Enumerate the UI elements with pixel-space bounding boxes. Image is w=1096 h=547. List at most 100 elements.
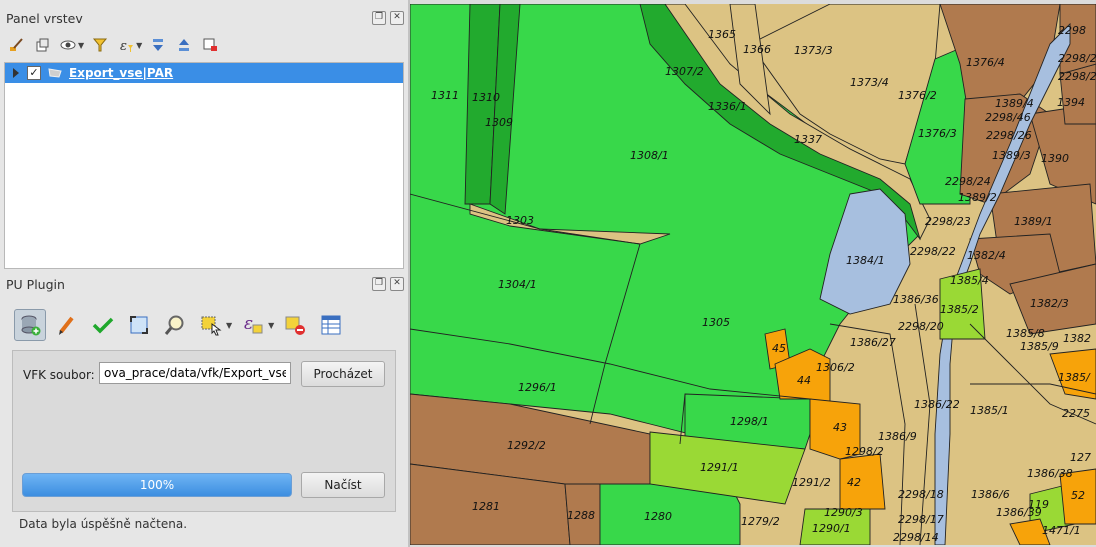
load-progress-bar: 100% <box>22 473 292 497</box>
parcel-label: 1365 <box>708 28 736 41</box>
parcel-label: 1386/9 <box>878 430 917 443</box>
parcel-label: 1298/2 <box>845 445 884 458</box>
parcel-label: 2298/46 <box>985 111 1031 124</box>
filter-icon[interactable] <box>90 35 110 55</box>
style-brush-icon[interactable] <box>6 35 26 55</box>
parcel-label: 2298/22 <box>910 245 956 258</box>
parcel-label: 1385/8 <box>1006 327 1045 340</box>
parcel-label: 1290/3 <box>824 506 863 519</box>
parcel-label: 1389/4 <box>995 97 1034 110</box>
parcel-label: 1376/4 <box>966 56 1005 69</box>
parcel-label: 1376/2 <box>898 89 937 102</box>
parcel-label: 1385/2 <box>940 303 979 316</box>
parcel-label: 2298/27 <box>1058 70 1096 83</box>
layer-row-export-vse-par[interactable]: ✓ Export_vse|PAR <box>5 63 403 83</box>
parcel-label: 42 <box>847 476 861 489</box>
parcel-label: 1291/2 <box>792 476 831 489</box>
remove-layer-icon[interactable] <box>200 35 220 55</box>
parcel-label: 1376/3 <box>918 127 957 140</box>
parcel-label: 1373/4 <box>850 76 889 89</box>
zoom-extent-icon[interactable] <box>124 310 154 340</box>
parcel-label: 1386/22 <box>914 398 960 411</box>
parcel-label: 1385/1 <box>970 404 1009 417</box>
parcel-label: 1296/1 <box>518 381 557 394</box>
parcel-label: 1385/ <box>1058 371 1091 384</box>
expression-select-icon[interactable]: ε <box>238 310 268 340</box>
parcel-label: 1385/4 <box>950 274 989 287</box>
parcel-label: 1308/1 <box>630 149 669 162</box>
parcel-label: 127 <box>1070 451 1091 464</box>
polygon-layer-icon <box>48 68 62 78</box>
zoom-magnifier-icon[interactable] <box>160 310 190 340</box>
parcel-label: 2298/18 <box>898 488 944 501</box>
parcel-label: 44 <box>797 374 811 387</box>
close-panel-icon[interactable]: ✕ <box>390 277 404 291</box>
attribute-table-icon[interactable] <box>316 310 346 340</box>
browse-button[interactable]: Procházet <box>301 361 385 387</box>
layers-panel-title: Panel vrstev <box>6 10 83 26</box>
layer-name: Export_vse|PAR <box>69 66 174 80</box>
parcel-label: 1306/2 <box>816 361 855 374</box>
expand-triangle-icon[interactable] <box>13 68 19 78</box>
expression-filter-icon[interactable]: ε <box>116 35 136 55</box>
collapse-all-icon[interactable] <box>174 35 194 55</box>
layers-toolbar: ▼ ε ▼ <box>6 32 220 58</box>
vfk-file-label: VFK soubor: <box>23 368 95 382</box>
parcel-label: 43 <box>833 421 847 434</box>
parcel-label: 1385/9 <box>1020 340 1059 353</box>
parcel-label: 1292/2 <box>507 439 546 452</box>
parcel-label: 1382/4 <box>967 249 1006 262</box>
plugin-panel-titlebar: PU Plugin ❐ ✕ <box>0 272 408 296</box>
deselect-icon[interactable] <box>280 310 310 340</box>
parcel-label: 2298/20 <box>898 320 944 333</box>
add-group-icon[interactable] <box>32 35 52 55</box>
parcel-label: 2298/28 <box>1058 52 1096 65</box>
select-area-icon[interactable] <box>196 310 226 340</box>
layers-tree[interactable]: ✓ Export_vse|PAR <box>4 62 404 269</box>
close-panel-icon[interactable]: ✕ <box>390 11 404 25</box>
parcel-label: 1303 <box>506 214 534 227</box>
vfk-file-input[interactable] <box>99 362 291 384</box>
parcel-label: 1288 <box>567 509 595 522</box>
check-icon[interactable] <box>88 310 118 340</box>
database-add-icon[interactable] <box>14 309 46 341</box>
parcel-label: 1281 <box>472 500 500 513</box>
expand-all-icon[interactable] <box>148 35 168 55</box>
layer-visibility-checkbox[interactable]: ✓ <box>27 66 41 80</box>
parcel-label: 1307/2 <box>665 65 704 78</box>
chevron-down-icon[interactable]: ▼ <box>136 41 142 50</box>
float-panel-icon[interactable]: ❐ <box>372 277 386 291</box>
chevron-down-icon[interactable]: ▼ <box>268 321 274 330</box>
parcel-label: 1291/1 <box>700 461 739 474</box>
parcel-map[interactable]: 1365 1366 1373/3 1376/4 2298/27 2298/28 2298 13… <box>410 4 1096 545</box>
chevron-down-icon[interactable]: ▼ <box>226 321 232 330</box>
parcel-label: 1309 <box>485 116 513 129</box>
parcel-label: 1337 <box>794 133 822 146</box>
parcel-label: 1386/38 <box>1027 467 1073 480</box>
parcel-label: 1310 <box>472 91 500 104</box>
parcel-label: 1305 <box>702 316 730 329</box>
parcel-label: 1382/3 <box>1030 297 1069 310</box>
plugin-panel-title: PU Plugin <box>6 276 65 292</box>
pencil-icon[interactable] <box>52 310 82 340</box>
parcel-label: 1382 <box>1063 332 1091 345</box>
parcel-label: 2298/14 <box>893 531 939 544</box>
parcel-label: 1389/2 <box>958 191 997 204</box>
parcel-label: 2298/26 <box>986 129 1032 142</box>
eye-icon[interactable] <box>58 35 78 55</box>
parcel-label: 1384/1 <box>846 254 885 267</box>
parcel-label: 1390 <box>1041 152 1069 165</box>
chevron-down-icon[interactable]: ▼ <box>78 41 84 50</box>
parcel-label: 1280 <box>644 510 672 523</box>
svg-text:ε: ε <box>244 314 253 334</box>
progress-text: 100% <box>139 478 175 492</box>
left-dock: Panel vrstev ❐ ✕ ▼ ε ▼ ✓ Export_vse|PAR … <box>0 0 408 547</box>
map-canvas[interactable]: 1365 1366 1373/3 1376/4 2298/27 2298/28 2298 13… <box>410 4 1096 545</box>
float-panel-icon[interactable]: ❐ <box>372 11 386 25</box>
status-message: Data byla úspěšně načtena. <box>19 517 188 531</box>
parcel-label: 2298/17 <box>898 513 944 526</box>
parcel-label: 45 <box>772 342 786 355</box>
layers-panel-titlebar: Panel vrstev ❐ ✕ <box>0 6 408 30</box>
parcel-label: 1279/2 <box>741 515 780 528</box>
load-button[interactable]: Načíst <box>301 472 385 498</box>
